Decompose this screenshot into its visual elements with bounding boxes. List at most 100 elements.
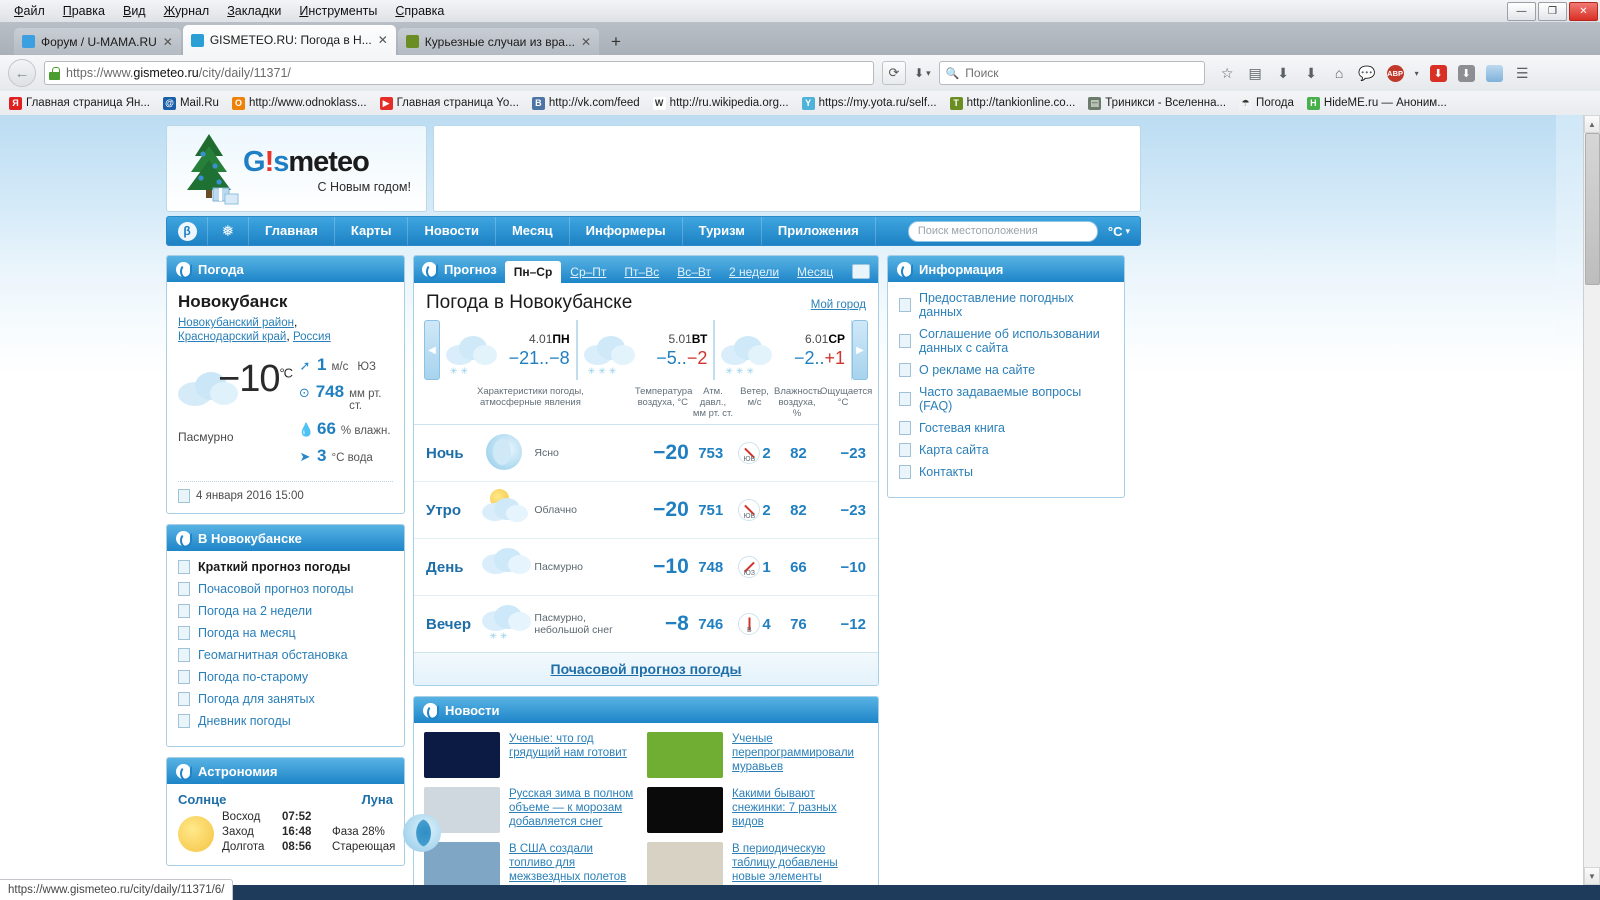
site-nav-5[interactable]: Туризм (683, 217, 762, 245)
bookmark-star-icon[interactable]: ☆ (1219, 65, 1236, 82)
download-arrow-icon[interactable]: ⬇ ▾ (914, 66, 931, 80)
city-link-0[interactable]: Краткий прогноз погоды (178, 560, 393, 574)
bookmark-9[interactable]: ☂ Погода (1234, 95, 1299, 112)
city-link-3[interactable]: Погода на месяц (178, 626, 393, 640)
info-link-5[interactable]: Карта сайта (899, 443, 1113, 457)
site-nav-4[interactable]: Информеры (570, 217, 683, 245)
city-link-2[interactable]: Погода на 2 недели (178, 604, 393, 618)
info-link-0[interactable]: Предоставление погодных данных (899, 291, 1113, 319)
scroll-down-button[interactable]: ▼ (1584, 867, 1600, 885)
menu-item-2[interactable]: Вид (115, 1, 154, 21)
maximize-button[interactable]: ❐ (1538, 2, 1567, 21)
minimize-button[interactable]: — (1507, 2, 1536, 21)
menu-item-6[interactable]: Справка (387, 1, 452, 21)
scroll-up-button[interactable]: ▲ (1584, 115, 1600, 133)
info-link-1[interactable]: Соглашение об использовании данных с сай… (899, 327, 1113, 355)
news-item-0[interactable]: Ученые: что год грядущий нам готовит (424, 732, 635, 778)
news-item-2[interactable]: Русская зима в полном объеме — к морозам… (424, 787, 635, 833)
info-link-6[interactable]: Контакты (899, 465, 1113, 479)
ad-banner[interactable] (433, 125, 1141, 212)
forecast-tab-2[interactable]: Пт–Вс (615, 262, 668, 283)
bookmark-10[interactable]: H HideME.ru — Аноним... (1302, 95, 1452, 112)
city-link-label[interactable]: Почасовой прогноз погоды (198, 582, 354, 596)
region-link-country[interactable]: Россия (293, 331, 331, 343)
news-title[interactable]: В США создали топливо для межзвездных по… (509, 842, 635, 885)
news-title[interactable]: Какими бывают снежинки: 7 разных видов (732, 787, 858, 833)
bookmark-6[interactable]: Yhttps://my.yota.ru/self... (797, 95, 942, 112)
home-icon[interactable]: ⌂ (1331, 65, 1348, 82)
region-link-krai[interactable]: Краснодарский край (178, 331, 286, 343)
reader-list-icon[interactable]: ▤ (1247, 65, 1264, 82)
info-link-4[interactable]: Гостевая книга (899, 421, 1113, 435)
city-link-label[interactable]: Погода на месяц (198, 626, 296, 640)
reload-button[interactable]: ⟳ (882, 61, 906, 85)
forecast-tab-0[interactable]: Пн–Ср (504, 261, 562, 283)
city-link-6[interactable]: Погода для занятых (178, 692, 393, 706)
bookmark-8[interactable]: ▤ Триникси - Вселенна... (1083, 95, 1231, 112)
news-item-4[interactable]: В США создали топливо для межзвездных по… (424, 842, 635, 885)
hourly-forecast-link[interactable]: Почасовой прогноз погоды (551, 661, 742, 677)
info-link-label[interactable]: Соглашение об использовании данных с сай… (919, 327, 1113, 355)
forecast-tab-3[interactable]: Вс–Вт (668, 262, 720, 283)
city-link-4[interactable]: Геомагнитная обстановка (178, 648, 393, 662)
bookmark-7[interactable]: Thttp://tankionline.co... (945, 95, 1081, 112)
print-icon[interactable] (852, 264, 870, 279)
city-link-label[interactable]: Краткий прогноз погоды (198, 560, 350, 574)
tab-close-icon[interactable]: ✕ (378, 33, 388, 47)
site-nav-2[interactable]: Новости (408, 217, 496, 245)
city-link-1[interactable]: Почасовой прогноз погоды (178, 582, 393, 596)
city-link-label[interactable]: Погода по-старому (198, 670, 308, 684)
tab-close-icon[interactable]: ✕ (163, 35, 173, 49)
info-link-label[interactable]: Предоставление погодных данных (919, 291, 1113, 319)
adblock-caret-icon[interactable]: ▾ (1415, 69, 1419, 78)
browser-tab-0[interactable]: Форум / U-MAMA.RU ✕ (14, 28, 181, 55)
day-card-0[interactable]: ✳✳ 4.01ПН −21..−8 (440, 320, 577, 380)
site-nav-3[interactable]: Месяц (496, 217, 570, 245)
info-link-2[interactable]: О рекламе на сайте (899, 363, 1113, 377)
vertical-scrollbar[interactable]: ▲ ▼ (1583, 115, 1600, 885)
snowflake-icon[interactable]: ❅ (208, 217, 249, 245)
menu-item-1[interactable]: Правка (55, 1, 113, 21)
news-title[interactable]: Ученые: что год грядущий нам готовит (509, 732, 635, 778)
site-logo[interactable]: G!smeteo С Новым годом! (166, 125, 427, 212)
info-link-label[interactable]: Гостевая книга (919, 421, 1005, 435)
bookmark-0[interactable]: Я Главная страница Ян... (4, 95, 155, 112)
bookmark-3[interactable]: ▶ Главная страница Yo... (375, 95, 524, 112)
news-title[interactable]: В периодическую таблицу добавлены новые … (732, 842, 858, 885)
info-link-3[interactable]: Часто задаваемые вопросы (FAQ) (899, 385, 1113, 413)
city-link-label[interactable]: Геомагнитная обстановка (198, 648, 348, 662)
news-title[interactable]: Ученые перепрограммировали муравьев (732, 732, 858, 778)
beta-icon[interactable]: β (167, 217, 208, 245)
site-nav-0[interactable]: Главная (249, 217, 335, 245)
close-window-button[interactable]: ✕ (1569, 2, 1598, 21)
location-search-input[interactable]: Поиск местоположения (907, 220, 1098, 242)
info-link-label[interactable]: Контакты (919, 465, 973, 479)
city-link-label[interactable]: Погода для занятых (198, 692, 315, 706)
menu-item-5[interactable]: Инструменты (291, 1, 385, 21)
pocket-icon[interactable]: ⬇ (1275, 65, 1292, 82)
menu-item-3[interactable]: Журнал (156, 1, 218, 21)
city-link-label[interactable]: Дневник погоды (198, 714, 291, 728)
day-card-1[interactable]: ✳✳✳ 5.01ВТ −5..−2 (576, 320, 715, 380)
info-link-label[interactable]: Часто задаваемые вопросы (FAQ) (919, 385, 1113, 413)
forecast-tab-4[interactable]: 2 недели (720, 262, 788, 283)
city-link-7[interactable]: Дневник погоды (178, 714, 393, 728)
region-link-district[interactable]: Новокубанский район (178, 317, 294, 329)
forecast-tab-5[interactable]: Месяц (788, 262, 842, 283)
download-manager-icon[interactable]: ⬇ (1429, 64, 1447, 82)
menu-item-4[interactable]: Закладки (219, 1, 289, 21)
tab-close-icon[interactable]: ✕ (581, 35, 591, 49)
units-toggle[interactable]: °C ▾ (1104, 224, 1134, 239)
bookmark-5[interactable]: Whttp://ru.wikipedia.org... (648, 95, 794, 112)
adblock-plus-icon[interactable]: ABP (1386, 64, 1404, 82)
news-title[interactable]: Русская зима в полном объеме — к морозам… (509, 787, 635, 833)
news-item-5[interactable]: В периодическую таблицу добавлены новые … (647, 842, 858, 885)
city-link-label[interactable]: Погода на 2 недели (198, 604, 312, 618)
save-icon[interactable]: ⬇ (1457, 64, 1475, 82)
info-link-label[interactable]: О рекламе на сайте (919, 363, 1035, 377)
downloads-icon[interactable]: ⬇ (1303, 65, 1320, 82)
bookmark-2[interactable]: Оhttp://www.odnoklass... (227, 95, 372, 112)
site-nav-6[interactable]: Приложения (762, 217, 876, 245)
day-card-2[interactable]: ✳✳✳ 6.01СР −2..+1 (714, 320, 853, 380)
address-bar[interactable]: https://www.gismeteo.ru/city/daily/11371… (44, 61, 874, 85)
